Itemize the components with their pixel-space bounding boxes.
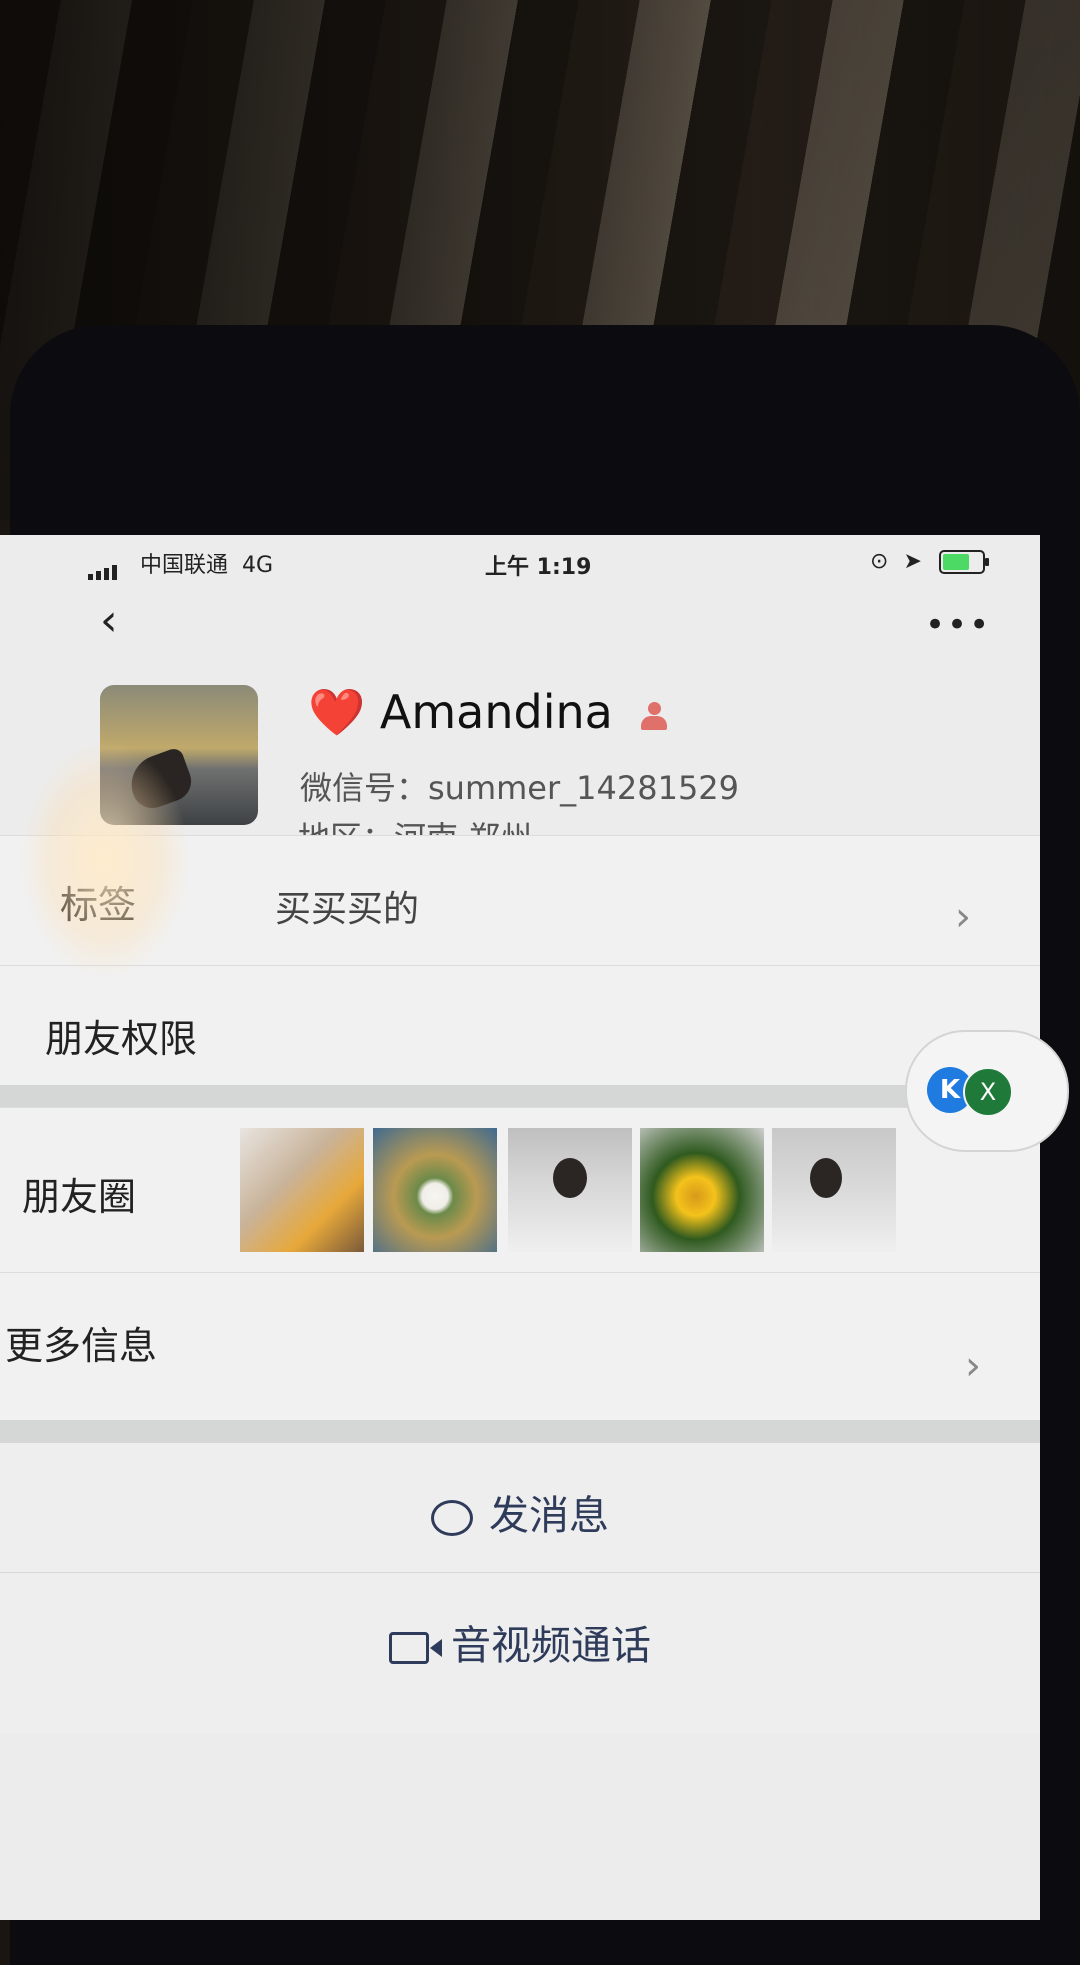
section-divider: [0, 1085, 1040, 1107]
avatar[interactable]: [100, 685, 258, 825]
moments-thumbnail: [240, 1128, 364, 1252]
section-divider: [0, 1420, 1040, 1442]
video-call-button[interactable]: 音视频通话: [0, 1572, 1040, 1733]
x-app-icon: X: [963, 1067, 1013, 1117]
heart-icon: ❤️: [308, 685, 366, 739]
permissions-label: 朋友权限: [45, 1017, 198, 1061]
tags-value: 买买买的: [275, 889, 420, 930]
video-call-label: 音视频通话: [451, 1623, 651, 1669]
friend-permissions-row[interactable]: 朋友权限 ›: [0, 965, 1040, 1086]
profile-name-row: ❤️ Amandina: [308, 685, 668, 740]
gender-person-icon: [641, 701, 668, 730]
tags-label: 标签: [60, 883, 137, 927]
rotation-lock-icon: ⊙: [870, 549, 889, 574]
moments-label: 朋友圈: [22, 1175, 137, 1219]
send-message-button[interactable]: 发消息: [0, 1442, 1040, 1573]
status-bar: 中国联通 4G 上午 1:19 ⊙ ➤: [0, 535, 1040, 595]
status-icons: ⊙ ➤: [870, 549, 989, 574]
carrier-label: 中国联通 4G: [140, 553, 274, 578]
chevron-right-icon: ›: [965, 1343, 981, 1389]
moments-thumbnail: [772, 1128, 896, 1252]
moments-thumbnail: [508, 1128, 632, 1252]
chevron-right-icon: ›: [955, 894, 971, 940]
signal-icon: [88, 555, 120, 580]
battery-icon: [938, 550, 989, 574]
wechat-id: 微信号：summer_14281529: [300, 769, 740, 807]
more-options-button[interactable]: •••: [925, 605, 991, 645]
send-message-label: 发消息: [489, 1493, 609, 1539]
tags-row[interactable]: 标签 买买买的 ›: [0, 835, 1040, 966]
network-label: 4G: [242, 553, 274, 578]
status-time: 上午 1:19: [485, 555, 592, 580]
moments-thumbnail: [373, 1128, 497, 1252]
more-info-label: 更多信息: [5, 1324, 158, 1368]
moments-thumbnail: [640, 1128, 764, 1252]
more-info-row[interactable]: 更多信息 ›: [0, 1272, 1040, 1421]
moments-row[interactable]: 朋友圈: [0, 1107, 1040, 1273]
back-button[interactable]: ‹: [100, 595, 118, 646]
profile-name: Amandina: [379, 685, 613, 739]
video-camera-icon: [389, 1632, 442, 1664]
location-icon: ➤: [903, 549, 922, 574]
phone-screen: 中国联通 4G 上午 1:19 ⊙ ➤ ‹ ••• ❤️ Amandina 微信…: [0, 535, 1040, 1920]
floating-app-bubble[interactable]: K X: [905, 1030, 1069, 1152]
chat-bubble-icon: [431, 1500, 473, 1536]
